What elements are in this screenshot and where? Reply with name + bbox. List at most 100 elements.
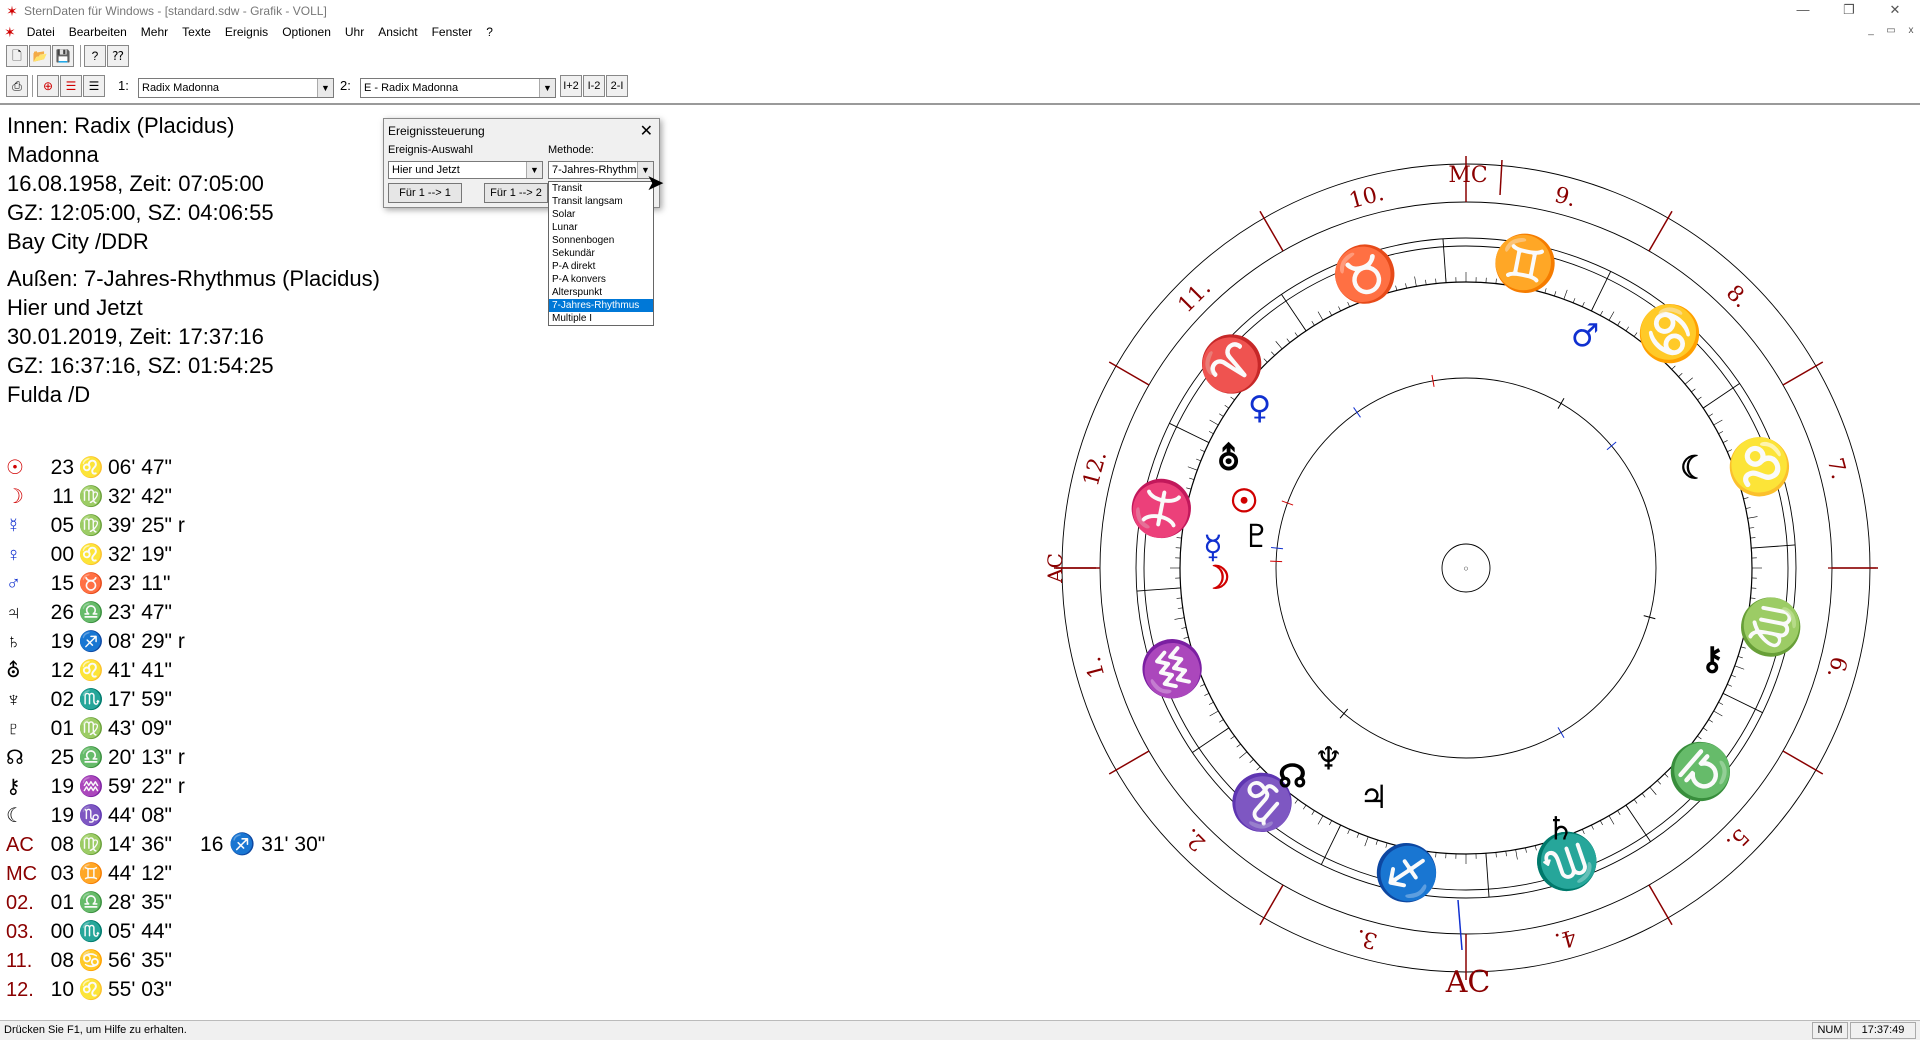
standard-toolbar: 🗋 📂 💾 ? ⁇ xyxy=(0,45,1920,71)
method-option[interactable]: Alterspunkt xyxy=(549,286,653,299)
position-row: ♂ 15 ♉ 23' 11" xyxy=(6,569,170,598)
degree-tick xyxy=(1375,839,1378,845)
print-icon[interactable]: ⎙ xyxy=(6,75,28,97)
save-disk-icon[interactable]: 💾 xyxy=(52,45,74,67)
degree-tick xyxy=(1364,836,1369,847)
radix-combo[interactable]: Radix Madonna ▼ xyxy=(138,78,334,98)
center-mark: ◦ xyxy=(1462,562,1469,576)
radix-combo-value: Radix Madonna xyxy=(142,82,220,94)
method-option[interactable]: Transit xyxy=(549,182,653,195)
menu-fenster[interactable]: Fenster xyxy=(425,22,480,42)
method-select-value: 7-Jahres-Rhythmu xyxy=(552,164,643,176)
degree-value: 03 xyxy=(50,862,74,885)
menu-texte[interactable]: Texte xyxy=(175,22,218,42)
chevron-down-icon[interactable]: ▼ xyxy=(317,79,333,97)
degree-tick xyxy=(1329,310,1332,316)
minutes-value: 32' 42" xyxy=(108,485,173,508)
menu-optionen[interactable]: Optionen xyxy=(275,22,338,42)
mouse-cursor-icon: ➤ xyxy=(646,170,665,195)
aspect-marker xyxy=(1557,727,1565,738)
method-option[interactable]: P-A konvers xyxy=(549,273,653,286)
2-minus-i-button[interactable]: 2-I xyxy=(606,75,628,97)
menu-ereignis[interactable]: Ereignis xyxy=(218,22,275,42)
menu-uhr[interactable]: Uhr xyxy=(338,22,371,42)
degree-value: 11 xyxy=(52,485,74,508)
event-radix-combo-value: E - Radix Madonna xyxy=(364,82,459,94)
ac-outer-label: AC xyxy=(1445,965,1491,1000)
minutes-value: 23' 47" xyxy=(108,601,173,624)
method-option[interactable]: Lunar xyxy=(549,221,653,234)
close-icon[interactable]: ✕ xyxy=(640,121,653,141)
for-1-to-1-button[interactable]: Für 1 --> 1 xyxy=(388,183,462,203)
zodiac-sign-icon: ♍ xyxy=(78,486,104,508)
zodiac-sign-icon: ♉ xyxy=(1323,233,1407,315)
degree-tick xyxy=(1219,719,1224,723)
zodiac-sign-icon: ♍ xyxy=(78,834,104,856)
zodiac-sign-icon: ♎ xyxy=(1655,726,1747,819)
sign-boundary xyxy=(1485,853,1490,898)
chevron-down-icon[interactable]: ▼ xyxy=(539,79,555,97)
i-plus-2-button[interactable]: I+2 xyxy=(560,75,582,97)
degree-tick xyxy=(1525,847,1527,853)
event-select[interactable]: Hier und Jetzt ▼ xyxy=(388,161,543,179)
context-help-icon[interactable]: ⁇ xyxy=(107,45,129,67)
open-folder-icon[interactable]: 📂 xyxy=(29,45,51,67)
body-glyph: ♀ xyxy=(6,544,21,566)
degree-tick xyxy=(1294,332,1299,337)
for-1-to-2-button[interactable]: Für 1 --> 2 xyxy=(484,183,548,203)
close-button[interactable]: ✕ xyxy=(1872,0,1918,22)
event-selection-label: Ereignis-Auswahl xyxy=(388,144,473,156)
degree-tick xyxy=(1405,283,1407,289)
event-radix-combo[interactable]: E - Radix Madonna ▼ xyxy=(360,78,556,98)
combo2-label: 2: xyxy=(340,78,351,93)
status-clock: 17:37:49 xyxy=(1850,1022,1916,1039)
menu-ansicht[interactable]: Ansicht xyxy=(371,22,424,42)
mdi-minimize-button[interactable]: _ xyxy=(1862,24,1880,38)
list-red-icon[interactable]: ☰ xyxy=(60,75,82,97)
method-option[interactable]: Sekundär xyxy=(549,247,653,260)
new-file-icon[interactable]: 🗋 xyxy=(6,45,28,67)
method-option[interactable]: Sonnenbogen xyxy=(549,234,653,247)
method-option[interactable]: 7-Jahres-Rhythmus xyxy=(549,299,653,312)
method-option[interactable]: Multiple I xyxy=(549,312,653,325)
maximize-button[interactable]: ❐ xyxy=(1826,0,1872,22)
house-cusp xyxy=(1648,210,1673,252)
degree-value: 01 xyxy=(50,717,74,740)
menu-bearbeiten[interactable]: Bearbeiten xyxy=(62,22,134,42)
position-row: ☽ 11 ♍ 32' 42" xyxy=(6,482,172,511)
outer-times: GZ: 16:37:16, SZ: 01:54:25 xyxy=(7,353,274,378)
method-option[interactable]: P-A direkt xyxy=(549,260,653,273)
menu-mehr[interactable]: Mehr xyxy=(134,22,175,42)
minutes-value: 23' 11" xyxy=(108,572,171,595)
minutes-value: 20' 13" r xyxy=(108,746,185,769)
minutes-value: 08' 29" r xyxy=(108,630,185,653)
position-row: AC 08 ♍ 14' 36" 16 ♐ 31' 30" xyxy=(6,830,325,859)
method-select[interactable]: 7-Jahres-Rhythmu ▼ xyxy=(548,161,654,179)
sign-boundary xyxy=(1442,238,1447,283)
help-question-icon[interactable]: ? xyxy=(84,45,106,67)
body-glyph: 11. xyxy=(6,950,33,972)
minutes-value: 43' 09" xyxy=(108,717,173,740)
body-glyph: ☊ xyxy=(6,747,24,769)
minimize-button[interactable]: — xyxy=(1780,0,1826,22)
method-option[interactable]: Solar xyxy=(549,208,653,221)
house-number: 5. xyxy=(1721,823,1754,856)
mdi-close-button[interactable]: x xyxy=(1902,24,1920,38)
app-star-icon[interactable]: ✶ xyxy=(4,3,20,19)
menu-datei[interactable]: Datei xyxy=(20,22,62,42)
degree-tick xyxy=(1236,743,1241,748)
chevron-down-icon[interactable]: ▼ xyxy=(526,162,542,178)
list-gray-icon[interactable]: ☰ xyxy=(83,75,105,97)
degree-tick xyxy=(1749,527,1755,529)
mdi-restore-button[interactable]: ▭ xyxy=(1882,24,1900,38)
sign-boundary xyxy=(1702,383,1740,409)
wheel-view-icon[interactable]: ⊕ xyxy=(37,75,59,97)
body-glyph: 02. xyxy=(6,892,34,914)
i-minus-2-button[interactable]: I-2 xyxy=(583,75,605,97)
method-option[interactable]: Transit langsam xyxy=(549,195,653,208)
degree-tick xyxy=(1617,321,1621,326)
doc-star-icon[interactable]: ✶ xyxy=(0,22,20,42)
menu-help[interactable]: ? xyxy=(479,22,500,42)
house-cusp xyxy=(1108,750,1150,775)
event-select-value: Hier und Jetzt xyxy=(392,164,460,176)
